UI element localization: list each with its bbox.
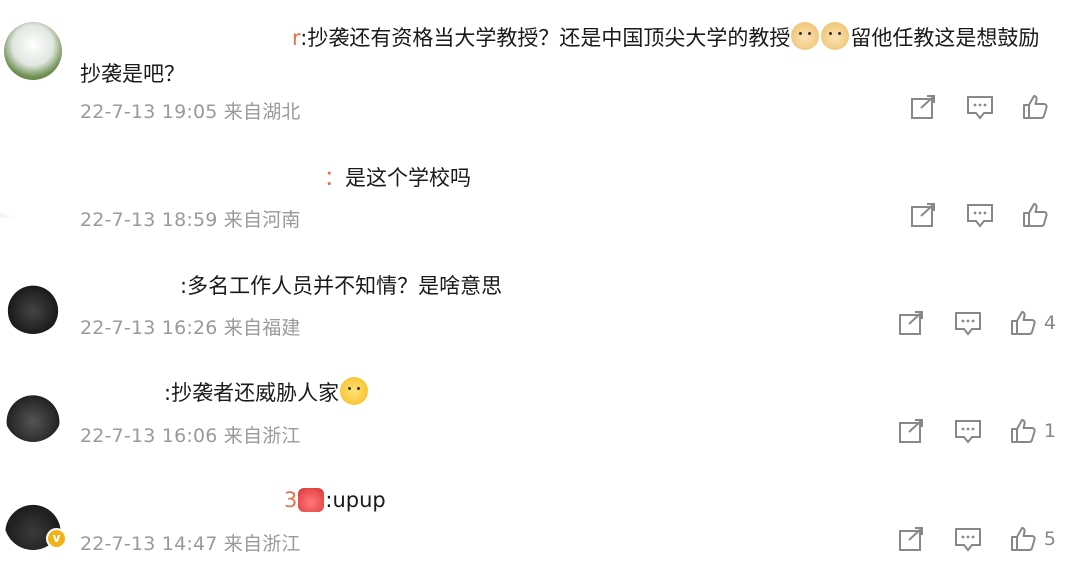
like-button[interactable]: 5	[1010, 526, 1056, 552]
comment-meta: 22-7-13 16:06 来自浙江	[80, 425, 301, 447]
verified-badge-icon: v	[46, 528, 67, 549]
like-button[interactable]	[1022, 202, 1056, 228]
like-count: 5	[1043, 528, 1056, 550]
share-icon	[898, 311, 923, 335]
share-button[interactable]	[910, 202, 938, 228]
comment-text: r:抄袭还有资格当大学教授？还是中国顶尖大学的教授 留他任教这是想鼓励抄袭是吧？	[80, 20, 1056, 92]
share-icon	[911, 95, 935, 119]
like-icon	[1010, 311, 1036, 335]
comment-meta: 22-7-13 19:05 来自湖北	[80, 101, 301, 123]
comment-button[interactable]	[954, 310, 982, 336]
like-button[interactable]: 1	[1010, 418, 1056, 444]
like-count: 1	[1043, 420, 1056, 442]
avatar[interactable]	[4, 22, 62, 80]
comment-meta: 22-7-13 16:26 来自福建	[80, 317, 301, 339]
comment-text: :多名工作人员并不知情？是啥意思	[180, 274, 503, 298]
like-button[interactable]	[1022, 94, 1056, 120]
avatar[interactable]	[4, 384, 62, 442]
share-button[interactable]	[898, 310, 926, 336]
share-icon	[898, 527, 923, 551]
laugh-cry-emoji	[340, 377, 369, 405]
comment-text: 3:upup	[284, 488, 386, 512]
share-button[interactable]	[898, 418, 926, 444]
comment-list: r:抄袭还有资格当大学教授？还是中国顶尖大学的教授 留他任教这是想鼓励抄袭是吧？ …	[0, 0, 1080, 565]
comment-actions: 1	[870, 418, 1056, 444]
comment-icon	[954, 420, 981, 444]
share-button[interactable]	[898, 526, 926, 552]
share-icon	[898, 419, 923, 443]
comment-button[interactable]	[954, 526, 982, 552]
comment-icon	[954, 528, 981, 552]
share-button[interactable]	[910, 94, 938, 120]
crown-badge	[298, 488, 325, 512]
comment-text: :抄袭者还威胁人家	[80, 375, 1056, 411]
avatar[interactable]	[4, 276, 62, 334]
like-icon	[1023, 95, 1048, 119]
comment-meta: 22-7-13 14:47 来自浙江	[80, 533, 301, 555]
like-icon	[1010, 419, 1036, 443]
comment-button[interactable]	[954, 418, 982, 444]
share-icon	[911, 203, 935, 227]
username[interactable]: 3	[284, 488, 297, 512]
comment-actions	[882, 94, 1056, 120]
like-button[interactable]: 4	[1010, 310, 1056, 336]
comment-actions: 4	[870, 310, 1056, 336]
like-count: 4	[1043, 312, 1056, 334]
comment-icon	[967, 96, 993, 120]
like-icon	[1023, 203, 1048, 227]
comment-icon	[967, 204, 993, 228]
comment-button[interactable]	[966, 202, 994, 228]
like-icon	[1010, 527, 1036, 551]
comment-meta: 22-7-13 18:59 来自河南	[80, 209, 301, 231]
avatar[interactable]	[0, 160, 38, 218]
comment-actions	[882, 202, 1056, 228]
comment-button[interactable]	[966, 94, 994, 120]
comment-actions: 5	[870, 526, 1056, 552]
username[interactable]: ：	[324, 166, 345, 190]
doge-emoji	[791, 22, 820, 50]
comment-text: ：是这个学校吗	[324, 166, 471, 190]
doge-emoji	[821, 22, 850, 50]
comment-icon	[954, 312, 981, 336]
